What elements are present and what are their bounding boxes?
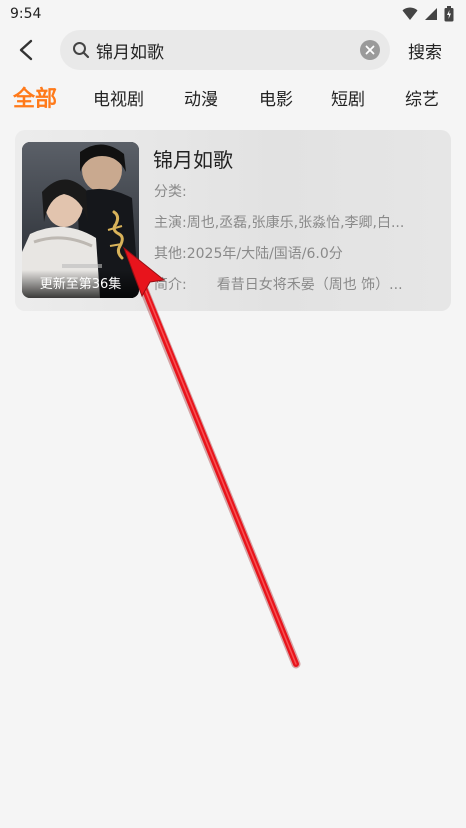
other-label: 其他: [154, 246, 187, 262]
search-box[interactable] [60, 30, 390, 70]
tab-tv-series[interactable]: 电视剧 [93, 85, 144, 110]
tab-anime[interactable]: 动漫 [184, 85, 218, 110]
search-icon [72, 41, 90, 59]
result-card[interactable]: 更新至第36集 锦月如歌 分类: 主演:周也,丞磊,张康乐,张淼怡,李卿,白..… [15, 130, 451, 311]
back-button[interactable] [12, 36, 40, 64]
signal-icon [425, 8, 437, 20]
annotation-arrow [122, 246, 301, 669]
chevron-left-icon [19, 39, 33, 61]
other-value: 2025年/大陆/国语/6.0分 [186, 246, 343, 262]
episode-badge: 更新至第36集 [39, 277, 122, 292]
result-title[interactable]: 锦月如歌 [153, 144, 233, 173]
poster-image[interactable]: 更新至第36集 [22, 142, 139, 298]
tab-movie[interactable]: 电影 [259, 85, 293, 110]
tab-short-drama[interactable]: 短剧 [331, 85, 365, 110]
category-tabs: 全部 电视剧 动漫 电影 短剧 综艺 [0, 78, 466, 114]
status-bar: 9:54 [0, 0, 466, 28]
cast-value: 周也,丞磊,张康乐,张淼怡,李卿,白... [186, 215, 405, 231]
cast-label: 主演: [154, 215, 187, 231]
status-icons [402, 6, 454, 22]
search-input[interactable] [96, 40, 360, 60]
cast-row: 主演:周也,丞磊,张康乐,张淼怡,李卿,白... [154, 212, 436, 232]
battery-icon [444, 6, 454, 22]
close-icon [365, 45, 375, 55]
intro-value: 看昔日女将禾晏（周也 饰）... [216, 277, 403, 293]
intro-label: 简介: [154, 277, 187, 293]
wifi-icon [402, 7, 418, 20]
other-row: 其他:2025年/大陆/国语/6.0分 [154, 243, 436, 263]
category-label: 分类: [154, 184, 187, 200]
category-row: 分类: [154, 181, 436, 201]
intro-row: 简介: 看昔日女将禾晏（周也 饰）... [154, 274, 436, 294]
status-time: 9:54 [10, 6, 42, 22]
clear-button[interactable] [360, 40, 380, 60]
search-button[interactable]: 搜索 [408, 38, 442, 63]
tab-all[interactable]: 全部 [13, 81, 57, 113]
tab-variety[interactable]: 综艺 [405, 85, 439, 110]
search-header: 搜索 [0, 28, 466, 72]
